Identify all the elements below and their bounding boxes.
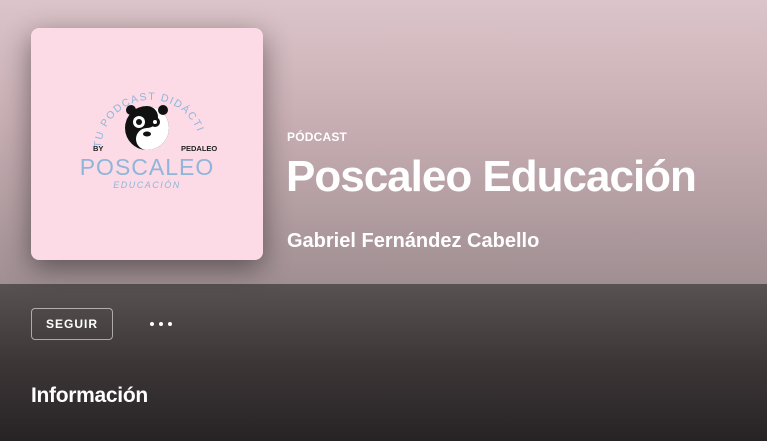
more-options-button[interactable] [144, 312, 178, 336]
cover-pedaleo-text: PEDALEO [181, 144, 217, 153]
about-heading: Información [31, 384, 148, 407]
ellipsis-icon [168, 322, 172, 326]
podcast-cover-art: TU PODCAST DIDÁCTICO BY PEDALEO POSCALEO… [31, 28, 263, 260]
cover-artwork: TU PODCAST DIDÁCTICO BY PEDALEO POSCALEO… [31, 28, 217, 190]
ellipsis-icon [159, 322, 163, 326]
podcast-title: Poscaleo Educación [286, 152, 697, 201]
content-background [0, 284, 767, 441]
cover-brand-text: POSCALEO [80, 154, 215, 180]
cover-arc-text: TU PODCAST DIDÁCTICO [31, 28, 206, 148]
cover-subbrand-text: EDUCACIÓN [113, 180, 181, 190]
podcast-author[interactable]: Gabriel Fernández Cabello [287, 230, 539, 253]
content-type-label: PÓDCAST [287, 130, 348, 144]
panda-emblem [125, 105, 169, 150]
cover-by-text: BY [93, 144, 103, 153]
follow-button[interactable]: SEGUIR [31, 308, 113, 340]
ellipsis-icon [150, 322, 154, 326]
